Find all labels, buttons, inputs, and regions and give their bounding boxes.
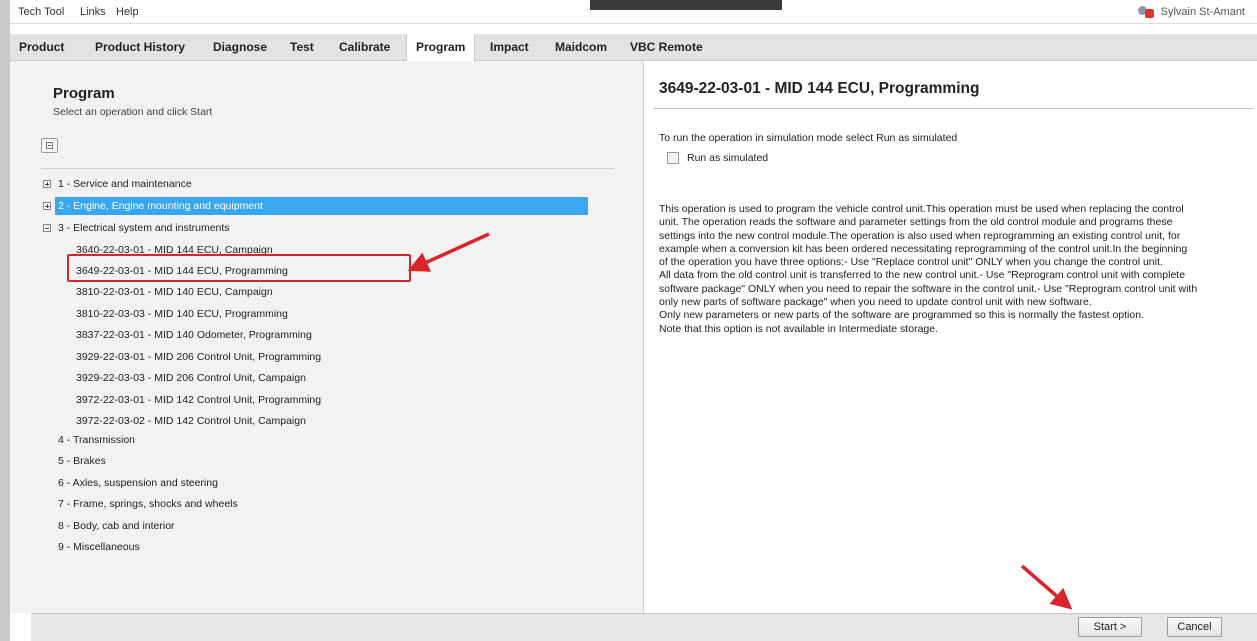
main-tab-bar: Product Product History Diagnose Test Ca… [10, 34, 1257, 62]
menu-bar: Tech Tool Links Help Sylvain St-Amant [10, 0, 1257, 24]
tab-maidcom[interactable]: Maidcom [546, 34, 616, 61]
tree-category-9[interactable]: 9 - Miscellaneous [58, 538, 140, 556]
description-line: software package" ONLY when you need to … [659, 282, 1198, 295]
tree-category-7[interactable]: 7 - Frame, springs, shocks and wheels [58, 495, 238, 513]
tree-category-2-label: 2 - Engine, Engine mounting and equipmen… [55, 197, 588, 215]
title-divider [653, 108, 1253, 109]
tree-operation[interactable]: 3810-22-03-03 - MID 140 ECU, Programming [76, 305, 288, 323]
tab-calibrate[interactable]: Calibrate [330, 34, 399, 61]
tree-category-3[interactable]: 3 - Electrical system and instruments [43, 219, 583, 237]
user-info[interactable]: Sylvain St-Amant [1137, 5, 1245, 19]
tab-diagnose[interactable]: Diagnose [204, 34, 276, 61]
description-line: unit. The operation reads the software a… [659, 216, 1173, 229]
collapse-all-button[interactable] [41, 138, 58, 153]
tab-impact[interactable]: Impact [481, 34, 538, 61]
description-line: All data from the old control unit is tr… [659, 269, 1186, 282]
panel-title: Program [53, 85, 115, 102]
tab-product-history[interactable]: Product History [86, 34, 194, 61]
operation-title: 3649-22-03-01 - MID 144 ECU, Programming [659, 80, 980, 97]
tree-category-6[interactable]: 6 - Axles, suspension and steering [58, 474, 218, 492]
cancel-button[interactable]: Cancel [1167, 617, 1222, 637]
description-line: Only new parameters or new parts of the … [659, 309, 1144, 322]
description-line: only new parts of software package" when… [659, 296, 1092, 309]
run-simulated-label[interactable]: Run as simulated [687, 152, 768, 164]
tree-operation[interactable]: 3810-22-03-01 - MID 140 ECU, Campaign [76, 283, 273, 301]
collapse-minus-icon[interactable] [43, 224, 51, 232]
start-button[interactable]: Start > [1078, 617, 1142, 637]
menu-help[interactable]: Help [116, 6, 139, 18]
operation-tree-panel: Program Select an operation and click St… [10, 61, 644, 613]
tree-operation[interactable]: 3972-22-03-02 - MID 142 Control Unit, Ca… [76, 412, 306, 430]
tab-test[interactable]: Test [281, 34, 323, 61]
tree-operation[interactable]: 3929-22-03-03 - MID 206 Control Unit, Ca… [76, 369, 306, 387]
action-bar [31, 613, 1257, 641]
window-left-edge [0, 0, 10, 641]
panel-subtitle: Select an operation and click Start [53, 106, 213, 118]
description-line: Note that this option is not available i… [659, 322, 938, 335]
tab-vbc-remote[interactable]: VBC Remote [621, 34, 712, 61]
annotation-highlight-box [67, 254, 411, 282]
user-lock-icon [1137, 5, 1155, 19]
description-line: This operation is used to program the ve… [659, 203, 1184, 215]
description-line: example when a conversion kit has been o… [659, 242, 1188, 255]
collapse-icon [46, 142, 53, 149]
tree-category-5[interactable]: 5 - Brakes [58, 452, 106, 470]
tree-operation[interactable]: 3837-22-03-01 - MID 140 Odometer, Progra… [76, 326, 312, 344]
menu-tech-tool[interactable]: Tech Tool [18, 6, 64, 18]
operation-detail-panel: 3649-22-03-01 - MID 144 ECU, Programming… [645, 61, 1257, 613]
description-line: of the operation you have three options:… [659, 256, 1163, 269]
tree-category-2[interactable]: 2 - Engine, Engine mounting and equipmen… [43, 197, 588, 215]
expand-plus-icon[interactable] [43, 180, 51, 188]
tree-category-4[interactable]: 4 - Transmission [58, 431, 135, 449]
expand-plus-icon[interactable] [43, 202, 51, 210]
user-name: Sylvain St-Amant [1160, 6, 1245, 18]
description-line: settings into the new control module.The… [659, 229, 1181, 242]
simulation-instruction: To run the operation in simulation mode … [659, 132, 958, 144]
tree-category-1[interactable]: 1 - Service and maintenance [43, 175, 583, 193]
tree-operation[interactable]: 3929-22-03-01 - MID 206 Control Unit, Pr… [76, 348, 321, 366]
tab-program[interactable]: Program [406, 34, 476, 62]
operation-description: This operation is used to program the ve… [659, 203, 1247, 336]
tab-product[interactable]: Product [10, 34, 73, 61]
overlay-bar [590, 0, 782, 10]
menu-links[interactable]: Links [80, 6, 106, 18]
tree-category-8[interactable]: 8 - Body, cab and interior [58, 517, 175, 535]
tree-operation[interactable]: 3972-22-03-01 - MID 142 Control Unit, Pr… [76, 391, 321, 409]
panel-divider [41, 168, 614, 169]
run-simulated-checkbox[interactable] [667, 152, 679, 164]
